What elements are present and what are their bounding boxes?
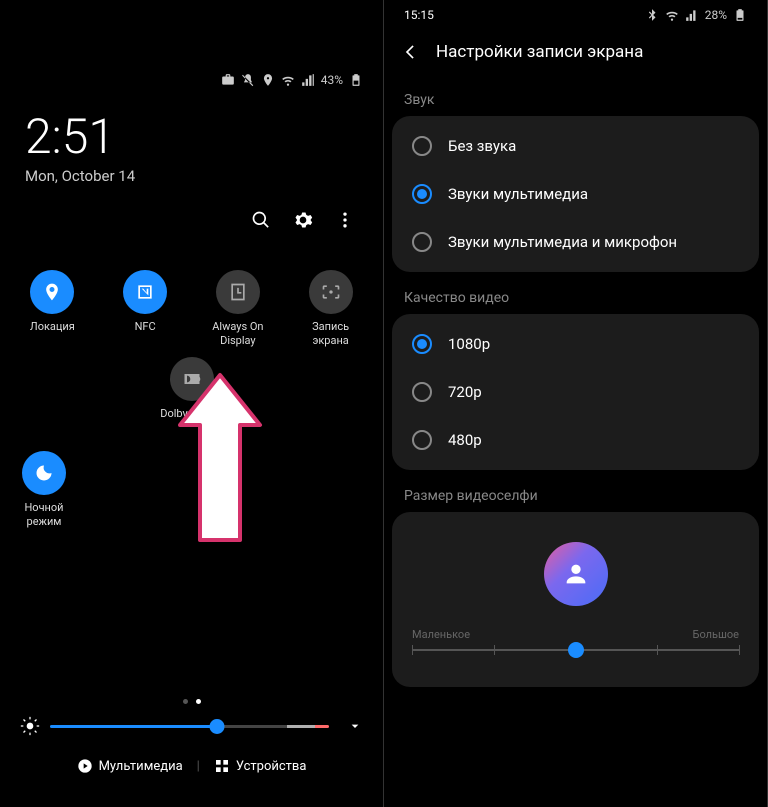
search-icon[interactable] <box>251 210 271 230</box>
clock-icon <box>228 282 248 302</box>
qs-action-bar <box>0 190 383 250</box>
radio-icon <box>412 382 432 402</box>
nfc-icon <box>135 282 155 302</box>
radio-icon <box>412 232 432 252</box>
wifi-icon <box>665 8 679 22</box>
settings-screen: 15:15 28% Настройки записи экрана Звук Б… <box>384 0 768 807</box>
status-bar: 43% <box>0 0 383 88</box>
arrow-annotation <box>165 370 275 550</box>
section-selfie-size: Размер видеоселфи <box>384 470 767 512</box>
qs-tile-night-mode[interactable]: Ночной режим <box>10 451 78 530</box>
briefcase-icon <box>221 73 235 87</box>
bluetooth-icon <box>645 8 659 22</box>
qs-tile-location[interactable]: Локация <box>18 270 86 349</box>
quality-options: 1080p 720p 480p <box>392 314 759 470</box>
clock-time: 2:51 <box>25 108 358 165</box>
radio-1080p[interactable]: 1080p <box>392 320 759 368</box>
radio-icon <box>412 430 432 450</box>
signal-icon <box>685 8 699 22</box>
signal-icon <box>301 73 315 87</box>
radio-720p[interactable]: 720p <box>392 368 759 416</box>
status-bar: 15:15 28% <box>384 0 767 30</box>
qs-tile-nfc[interactable]: NFC <box>111 270 179 349</box>
gear-icon[interactable] <box>293 210 313 230</box>
slider-track[interactable] <box>412 649 739 651</box>
more-icon[interactable] <box>335 210 355 230</box>
screen-record-icon <box>321 282 341 302</box>
radio-icon-selected <box>412 334 432 354</box>
quick-settings-panel: 43% 2:51 Mon, October 14 Локация NFC Alw… <box>0 0 384 807</box>
sound-options: Без звука Звуки мультимедиа Звуки мульти… <box>392 116 759 272</box>
section-sound: Звук <box>384 74 767 116</box>
multimedia-button[interactable]: Мультимедиа <box>77 758 183 774</box>
back-icon[interactable] <box>400 42 420 62</box>
radio-no-sound[interactable]: Без звука <box>392 122 759 170</box>
devices-button[interactable]: Устройства <box>214 758 307 774</box>
app-header: Настройки записи экрана <box>384 30 767 74</box>
page-indicator <box>0 529 383 704</box>
battery-percent: 43% <box>321 73 343 87</box>
battery-percent: 28% <box>705 8 727 22</box>
radio-icon-selected <box>412 184 432 204</box>
radio-media-and-mic[interactable]: Звуки мультимедиа и микрофон <box>392 218 759 266</box>
location-pin-icon <box>42 282 62 302</box>
clock-date: Mon, October 14 <box>25 167 358 185</box>
selfie-size-slider[interactable]: Маленькое Большое <box>392 618 759 681</box>
battery-icon <box>733 8 747 22</box>
qs-tile-always-on-display[interactable]: Always On Display <box>204 270 272 349</box>
divider: | <box>197 759 200 774</box>
wifi-icon <box>281 73 295 87</box>
clock-area: 2:51 Mon, October 14 <box>0 88 383 190</box>
slider-min-label: Маленькое <box>412 628 470 641</box>
qs-tile-screen-record[interactable]: Запись экрана <box>297 270 365 349</box>
brightness-track[interactable] <box>50 725 329 728</box>
brightness-thumb[interactable] <box>210 719 225 734</box>
slider-thumb[interactable] <box>568 642 584 658</box>
radio-media-sound[interactable]: Звуки мультимедиа <box>392 170 759 218</box>
brightness-slider[interactable] <box>0 704 383 748</box>
mute-icon <box>241 73 255 87</box>
radio-480p[interactable]: 480p <box>392 416 759 464</box>
bottom-bar: Мультимедиа | Устройства <box>0 748 383 794</box>
apps-icon <box>214 758 230 774</box>
moon-icon <box>34 463 54 483</box>
status-time: 15:15 <box>404 8 434 22</box>
radio-icon <box>412 136 432 156</box>
chevron-down-icon[interactable] <box>347 718 363 734</box>
play-icon <box>77 758 93 774</box>
avatar-icon <box>544 542 608 606</box>
brightness-icon <box>20 716 40 736</box>
page-title: Настройки записи экрана <box>436 42 643 62</box>
battery-icon <box>349 73 363 87</box>
selfie-size-panel: Маленькое Большое <box>392 512 759 687</box>
slider-max-label: Большое <box>693 628 739 641</box>
avatar-preview <box>392 518 759 618</box>
section-quality: Качество видео <box>384 272 767 314</box>
location-icon <box>261 73 275 87</box>
